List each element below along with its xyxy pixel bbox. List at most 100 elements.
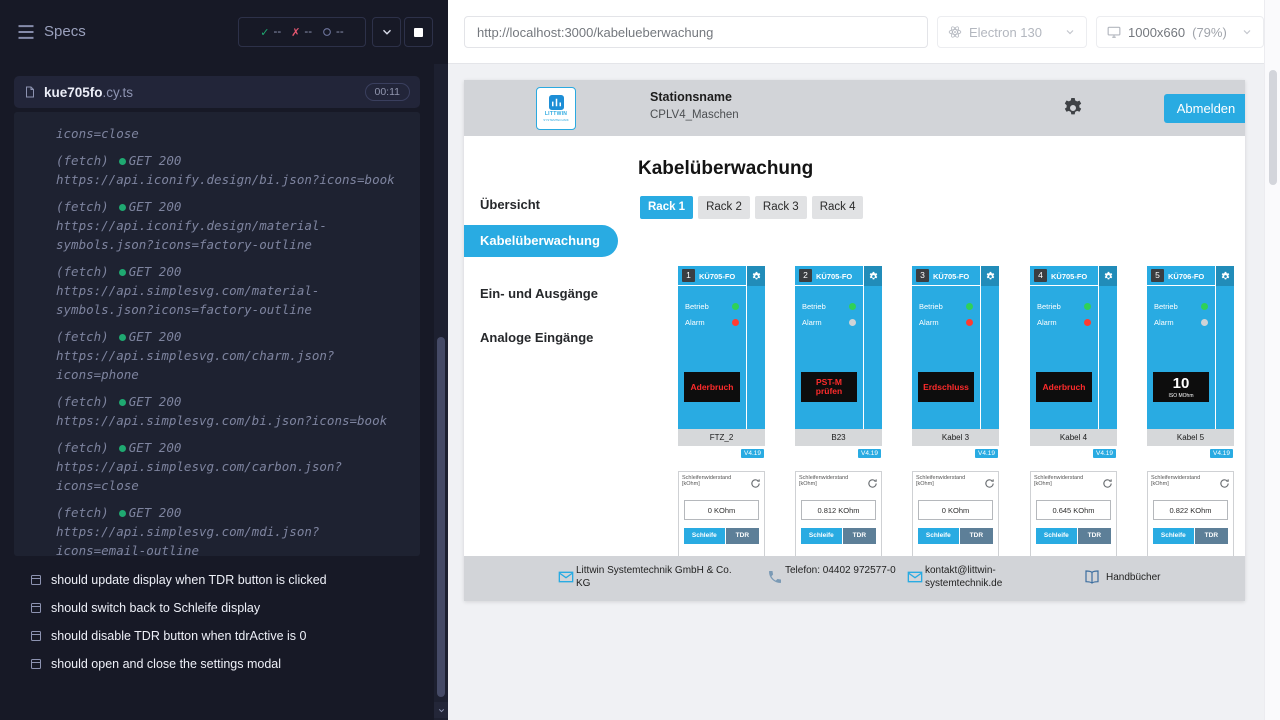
network-log-entry[interactable]: (fetch)GET 200 https://api.simplesvg.com…	[56, 327, 398, 384]
scrollbar-down-arrow[interactable]	[434, 702, 448, 718]
logo-text: LITTWIN	[545, 111, 567, 117]
chevron-down-icon	[380, 25, 394, 39]
app-footer: Littwin Systemtechnik GmbH & Co. KG Tele…	[464, 556, 1245, 601]
refresh-icon[interactable]	[1219, 478, 1230, 489]
aut-stage: LITTWIN SYSTEMTECHNIK Stationsname CPLV4…	[448, 64, 1264, 720]
collapse-runner-button[interactable]	[372, 17, 401, 47]
url-input[interactable]	[464, 16, 928, 48]
test-item[interactable]: should update display when TDR button is…	[0, 566, 434, 594]
card-header: 3 KÜ705-FO	[912, 266, 980, 286]
footer-manuals-link[interactable]: Handbücher	[1106, 571, 1226, 584]
network-log-entry[interactable]: (fetch)GET 200 https://api.iconify.desig…	[56, 197, 398, 254]
version-strip: V4.19	[795, 446, 882, 464]
card-settings-button[interactable]	[1099, 266, 1117, 286]
specs-label[interactable]: Specs	[44, 23, 86, 40]
betrieb-led	[1201, 303, 1208, 310]
fetch-prefix: (fetch)	[56, 199, 109, 214]
littwin-logo: LITTWIN SYSTEMTECHNIK	[536, 87, 576, 130]
log-overflow-line: icons=close	[56, 124, 398, 143]
refresh-icon[interactable]	[867, 478, 878, 489]
status-dot-icon	[119, 204, 126, 211]
command-log: icons=close (fetch)GET 200 https://api.i…	[14, 112, 420, 556]
refresh-icon[interactable]	[1102, 478, 1113, 489]
gear-icon	[1220, 271, 1231, 282]
nav-item-analoge-eingaenge[interactable]: Analoge Eingänge	[480, 330, 593, 345]
fetch-prefix: (fetch)	[56, 505, 109, 520]
status-unit: ISO MOhm	[1168, 393, 1193, 399]
refresh-icon[interactable]	[984, 478, 995, 489]
device-card-3: 3 KÜ705-FO Betrieb Alarm Erdschluss Kabe…	[912, 266, 999, 571]
stat-pending: --	[322, 26, 344, 38]
viewport-size: 1000x660	[1128, 25, 1185, 40]
fetch-prefix: (fetch)	[56, 329, 109, 344]
card-side-column	[863, 266, 882, 429]
schleife-button[interactable]: Schleife	[801, 528, 842, 544]
nav-item-uebersicht[interactable]: Übersicht	[480, 197, 540, 212]
app-viewport: LITTWIN SYSTEMTECHNIK Stationsname CPLV4…	[464, 80, 1245, 601]
tdr-button[interactable]: TDR	[726, 528, 759, 544]
version-badge: V4.19	[1210, 449, 1233, 458]
card-settings-button[interactable]	[747, 266, 765, 286]
rack-tab-1[interactable]: Rack 1	[640, 196, 693, 219]
status-dot-icon	[119, 269, 126, 276]
card-settings-button[interactable]	[981, 266, 999, 286]
fetch-prefix: (fetch)	[56, 440, 109, 455]
card-number-badge: 4	[1034, 269, 1047, 282]
rack-tab-3[interactable]: Rack 3	[755, 196, 807, 219]
browser-select[interactable]: Electron 130	[937, 16, 1087, 48]
pending-count: --	[336, 26, 344, 38]
refresh-icon[interactable]	[750, 478, 761, 489]
settings-gear-icon[interactable]	[1061, 96, 1085, 120]
card-model-label: KÜ706-FO	[1168, 272, 1204, 281]
test-stats: ✓ -- ✗ -- --	[238, 17, 366, 47]
schleife-button[interactable]: Schleife	[1153, 528, 1194, 544]
scrollbar-thumb[interactable]	[437, 337, 445, 697]
alarm-label: Alarm	[919, 318, 939, 327]
test-item[interactable]: should disable TDR button when tdrActive…	[0, 622, 434, 650]
tdr-button[interactable]: TDR	[1195, 528, 1228, 544]
measurement-value: 0.645 KOhm	[1036, 500, 1111, 520]
fetch-url: https://api.simplesvg.com/mdi.json?icons…	[56, 522, 398, 556]
specs-menu-icon[interactable]	[16, 22, 36, 42]
fetch-url: https://api.simplesvg.com/carbon.json?ic…	[56, 457, 398, 495]
network-log-entry[interactable]: (fetch)GET 200 https://api.simplesvg.com…	[56, 392, 398, 430]
nav-item-kabelueberwachung[interactable]: Kabelüberwachung	[464, 225, 618, 257]
betrieb-led	[849, 303, 856, 310]
cross-icon: ✗	[291, 26, 300, 39]
fetch-status: GET 200	[129, 153, 182, 168]
alarm-label: Alarm	[802, 318, 822, 327]
schleife-button[interactable]: Schleife	[684, 528, 725, 544]
scrollbar-thumb[interactable]	[1269, 70, 1277, 185]
schleife-button[interactable]: Schleife	[1036, 528, 1077, 544]
test-item[interactable]: should open and close the settings modal	[0, 650, 434, 678]
version-strip: V4.19	[1030, 446, 1117, 464]
cable-name: B23	[795, 429, 882, 446]
network-log-entry[interactable]: (fetch)GET 200 https://api.simplesvg.com…	[56, 503, 398, 556]
tdr-button[interactable]: TDR	[1078, 528, 1111, 544]
tdr-button[interactable]: TDR	[960, 528, 993, 544]
reporter-topbar: Specs ✓ -- ✗ -- --	[0, 0, 448, 64]
failed-count: --	[304, 26, 312, 38]
spec-header[interactable]: kue705fo .cy.ts 00:11	[14, 76, 420, 108]
nav-item-ein-und-ausgaenge[interactable]: Ein- und Ausgänge	[480, 286, 598, 301]
logout-button[interactable]: Abmelden	[1164, 94, 1245, 123]
network-log-entry[interactable]: (fetch)GET 200 https://api.iconify.desig…	[56, 151, 398, 189]
status-display: PST-M prüfen	[801, 372, 857, 402]
tdr-button[interactable]: TDR	[843, 528, 876, 544]
rack-tab-4[interactable]: Rack 4	[812, 196, 864, 219]
rack-tab-2[interactable]: Rack 2	[698, 196, 750, 219]
stop-button[interactable]	[404, 17, 433, 47]
card-settings-button[interactable]	[864, 266, 882, 286]
network-log-entry[interactable]: (fetch)GET 200 https://api.simplesvg.com…	[56, 262, 398, 319]
schleife-button[interactable]: Schleife	[918, 528, 959, 544]
test-item[interactable]: should switch back to Schleife display	[0, 594, 434, 622]
chevron-down-icon	[1064, 26, 1076, 38]
phone-icon	[767, 569, 783, 585]
mail-icon	[558, 569, 574, 585]
viewport-select[interactable]: 1000x660 (79%)	[1096, 16, 1264, 48]
station-label: Stationsname	[650, 90, 739, 104]
card-settings-button[interactable]	[1216, 266, 1234, 286]
status-dot-icon	[119, 399, 126, 406]
network-log-entry[interactable]: (fetch)GET 200 https://api.simplesvg.com…	[56, 438, 398, 495]
alarm-label: Alarm	[685, 318, 705, 327]
